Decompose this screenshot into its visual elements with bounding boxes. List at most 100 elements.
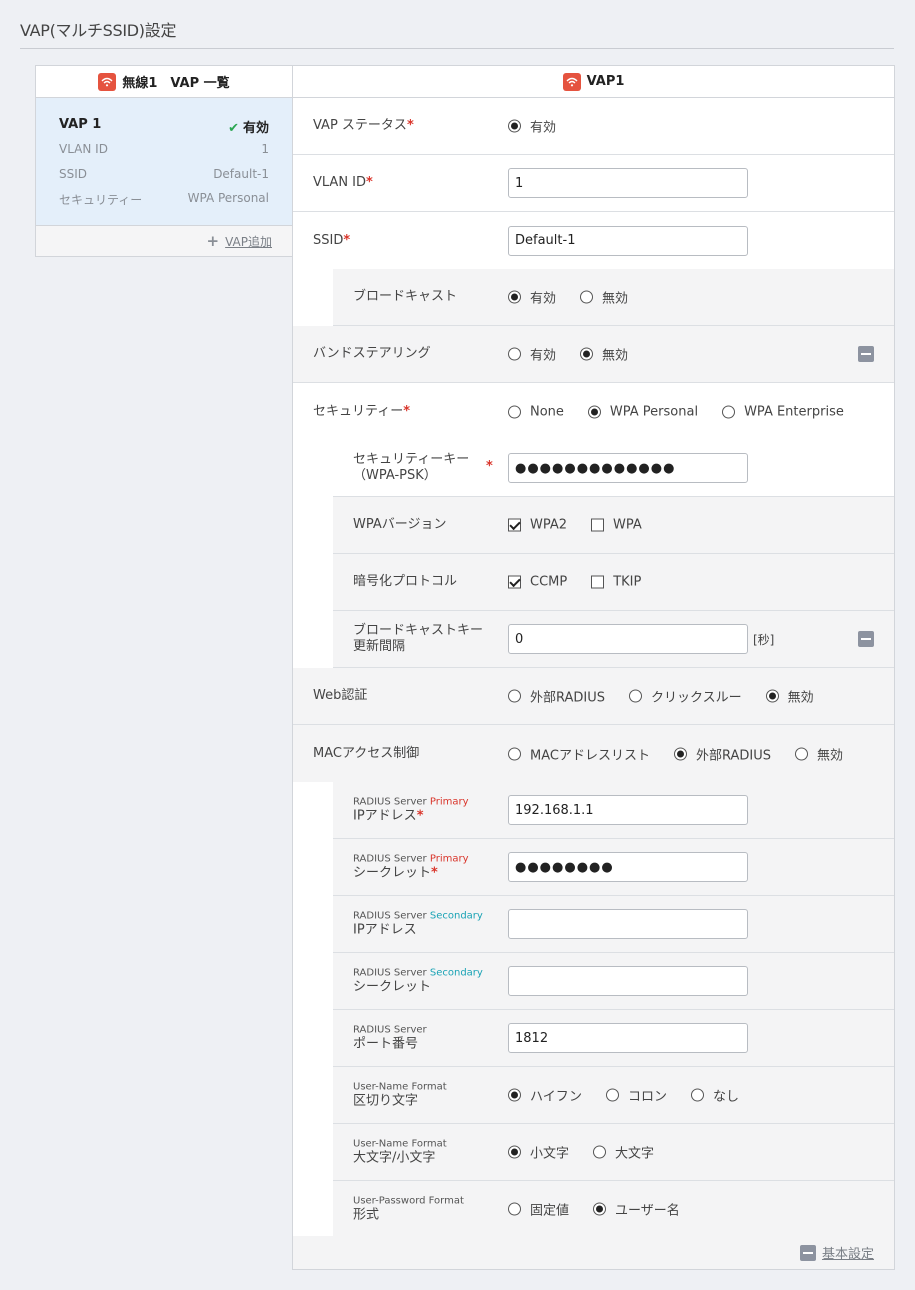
- encryption-label: 暗号化プロトコル: [353, 574, 458, 589]
- band-steering-enabled-radio[interactable]: [508, 347, 521, 361]
- option-label: 固定値: [530, 1203, 570, 1219]
- required-mark: *: [416, 808, 424, 824]
- vap-card-value: 1: [261, 142, 269, 156]
- primary-tag: Primary: [429, 853, 469, 865]
- radius-primary-ip-row: RADIUS Server Primary IPアドレス*: [333, 782, 894, 839]
- username-case-label: 大文字/小文字: [353, 1150, 436, 1166]
- vap-settings-header: VAP1: [293, 66, 894, 98]
- web-auth-clickthrough-radio[interactable]: [629, 689, 643, 703]
- wifi-icon: [562, 72, 581, 91]
- username-format-caption: User-Name Format: [353, 1081, 447, 1093]
- vap-card-status: ✔ 有効: [228, 121, 269, 136]
- password-format-caption: User-Password Format: [353, 1195, 464, 1207]
- radius-port-input[interactable]: [508, 1023, 748, 1053]
- password-fixed-radio[interactable]: [508, 1202, 521, 1216]
- wifi-icon: [98, 72, 117, 91]
- username-case-row: User-Name Format 大文字/小文字 小文字 大文字: [333, 1124, 894, 1181]
- wpa-checkbox[interactable]: [591, 518, 605, 532]
- option-label: WPA2: [530, 517, 568, 533]
- vap-list-title: 無線1 VAP 一覧: [122, 76, 230, 91]
- required-mark: *: [366, 175, 373, 190]
- radius-port-row: RADIUS Server ポート番号: [333, 1010, 894, 1067]
- mac-access-list-radio[interactable]: [508, 747, 521, 760]
- password-format-row: User-Password Format 形式 固定値 ユーザー名: [333, 1181, 894, 1238]
- option-label: None: [530, 404, 564, 419]
- case-lower-radio[interactable]: [508, 1145, 521, 1159]
- radius-server-caption: RADIUS Server: [353, 967, 427, 979]
- ssid-input[interactable]: [508, 225, 748, 256]
- ccmp-checkbox[interactable]: [508, 575, 521, 589]
- radius-primary-ip-input[interactable]: [508, 795, 748, 825]
- radius-secondary-secret-row: RADIUS Server Secondary シークレット: [333, 953, 894, 1010]
- security-wpa-enterprise-radio[interactable]: [722, 405, 736, 418]
- vap-card-label: VLAN ID: [59, 142, 108, 156]
- band-steering-label: バンドステアリング: [313, 346, 431, 361]
- band-steering-disabled-radio[interactable]: [580, 347, 594, 361]
- radius-secondary-ip-input[interactable]: [508, 909, 748, 939]
- collapse-icon[interactable]: [799, 1244, 816, 1261]
- option-label: 無効: [787, 690, 814, 706]
- add-vap-link[interactable]: VAP追加: [225, 233, 272, 250]
- security-none-radio[interactable]: [508, 405, 521, 418]
- radius-secondary-secret-input[interactable]: [508, 966, 748, 996]
- option-label: 有効: [530, 348, 557, 364]
- vap-card[interactable]: VAP 1 ✔ 有効 VLAN ID 1 SSID Default-1 セキュリティー…: [36, 98, 292, 226]
- option-label: 外部RADIUS: [695, 748, 771, 763]
- broadcast-enabled-radio[interactable]: [508, 290, 521, 304]
- mac-access-disabled-radio[interactable]: [794, 747, 808, 760]
- password-username-radio[interactable]: [593, 1202, 607, 1216]
- vap-card-label: SSID: [59, 167, 88, 181]
- wpa2-checkbox[interactable]: [508, 518, 521, 532]
- radius-primary-secret-label: シークレット: [353, 865, 432, 881]
- option-label: クリックスルー: [651, 690, 742, 706]
- vlan-id-input[interactable]: [508, 168, 748, 198]
- separator-colon-radio[interactable]: [606, 1088, 620, 1102]
- page-title: VAP(マルチSSID)設定: [20, 21, 177, 40]
- security-label: セキュリティー: [313, 403, 404, 419]
- security-key-row: セキュリティーキー （WPA-PSK） *: [333, 440, 894, 497]
- required-mark: *: [431, 865, 438, 881]
- mac-access-radius-radio[interactable]: [673, 747, 687, 760]
- ssid-label: SSID: [313, 232, 344, 248]
- vap-status-enabled-radio[interactable]: [508, 119, 521, 133]
- collapse-icon[interactable]: [858, 631, 874, 647]
- broadcast-key-label: ブロードキャストキー: [353, 623, 484, 638]
- broadcast-disabled-radio[interactable]: [580, 290, 594, 304]
- collapse-icon[interactable]: [858, 346, 874, 362]
- required-mark: *: [406, 118, 414, 133]
- separator-hyphen-radio[interactable]: [508, 1088, 521, 1102]
- primary-tag: Primary: [429, 796, 469, 808]
- web-auth-radius-radio[interactable]: [508, 689, 521, 703]
- radius-server-caption: RADIUS Server: [353, 910, 427, 922]
- option-label: 大文字: [615, 1146, 655, 1162]
- security-wpa-personal-radio[interactable]: [587, 405, 601, 418]
- radius-primary-secret-input[interactable]: [508, 852, 748, 882]
- tkip-checkbox[interactable]: [591, 575, 605, 589]
- vap-status-label: VAP ステータス: [313, 118, 407, 133]
- security-key-sublabel: （WPA-PSK）: [353, 468, 437, 483]
- case-upper-radio[interactable]: [593, 1145, 607, 1159]
- option-label: 無効: [602, 291, 629, 307]
- web-auth-disabled-radio[interactable]: [765, 689, 779, 703]
- option-label: ユーザー名: [615, 1203, 680, 1219]
- vlan-id-row: VLAN ID*: [293, 155, 894, 212]
- broadcast-key-input[interactable]: [508, 624, 748, 654]
- radius-secondary-secret-label: シークレット: [353, 979, 432, 995]
- security-key-label: セキュリティーキー: [353, 452, 470, 467]
- option-label: MACアドレスリスト: [530, 748, 650, 763]
- radius-secondary-ip-label: IPアドレス: [353, 922, 417, 938]
- required-mark: *: [343, 232, 351, 248]
- separator-none-radio[interactable]: [691, 1088, 705, 1102]
- vap-card-value: WPA Personal: [187, 191, 269, 205]
- basic-settings-link[interactable]: 基本設定: [822, 1243, 874, 1262]
- plus-icon: +: [206, 232, 220, 250]
- vap-status-row: VAP ステータス* 有効: [293, 98, 894, 155]
- radius-primary-secret-row: RADIUS Server Primary シークレット*: [333, 839, 894, 896]
- radius-primary-ip-label: IPアドレス: [353, 808, 417, 824]
- security-key-input[interactable]: [508, 453, 748, 483]
- username-separator-label: 区切り文字: [353, 1093, 419, 1109]
- radius-server-caption: RADIUS Server: [353, 796, 427, 808]
- encryption-row: 暗号化プロトコル CCMP TKIP: [333, 554, 894, 611]
- option-label: WPA: [613, 517, 642, 533]
- username-format-caption: User-Name Format: [353, 1138, 447, 1150]
